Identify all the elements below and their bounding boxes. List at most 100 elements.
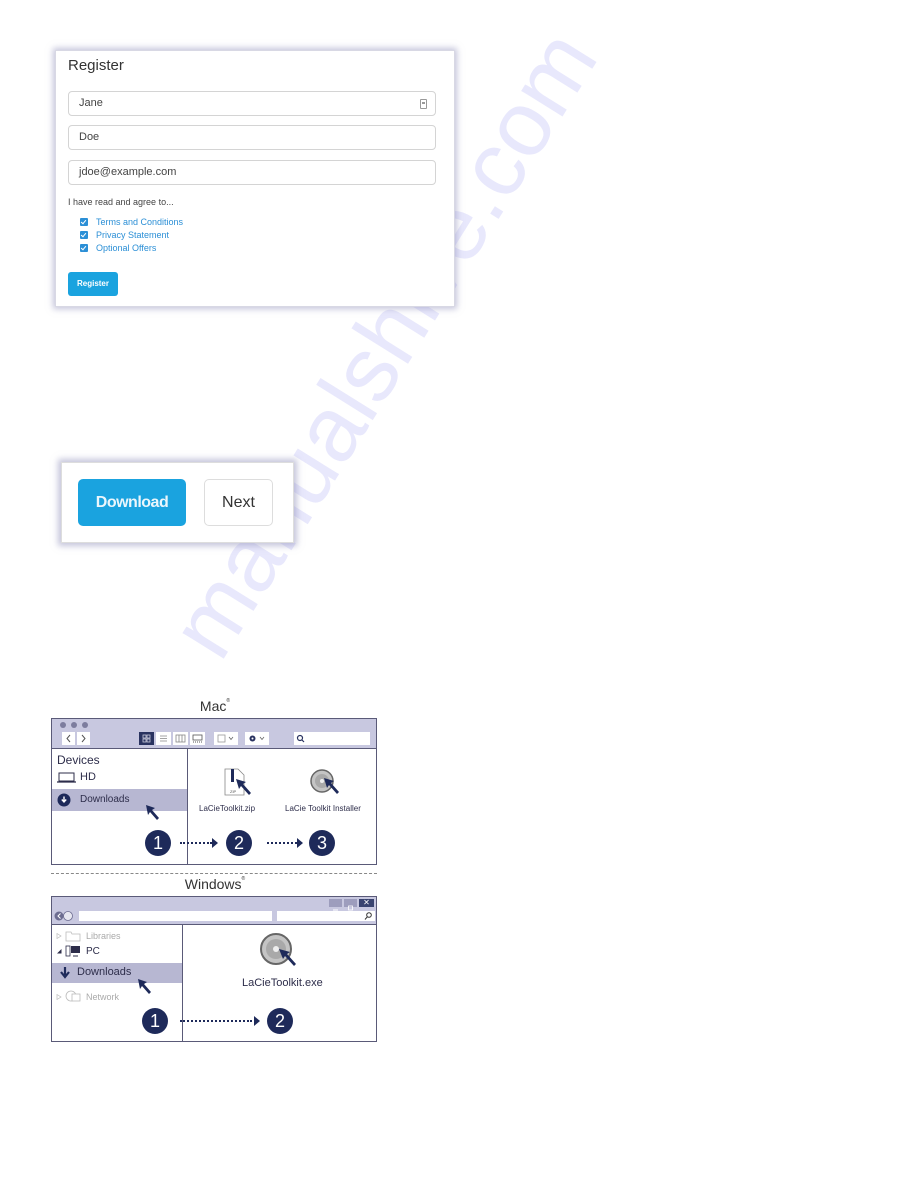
computer-icon (65, 945, 80, 957)
sidebar-item-network[interactable]: Network (56, 990, 119, 1004)
sidebar-item-pc[interactable]: PC (56, 945, 100, 957)
email-input[interactable]: jdoe@example.com (68, 160, 436, 185)
chevron-right-icon (81, 734, 86, 743)
laptop-icon (57, 772, 76, 783)
column-view-icon (175, 734, 186, 743)
cursor-arrow-icon (138, 979, 151, 994)
sidebar-divider (182, 924, 183, 1041)
arrow-head-icon (297, 838, 303, 848)
mac-label-text: Mac (199, 698, 227, 714)
minimize-dot-icon[interactable] (71, 722, 77, 728)
sidebar-item-downloads[interactable]: Downloads (52, 963, 182, 983)
close-dot-icon[interactable] (60, 722, 66, 728)
step-3-badge: 3 (309, 830, 335, 856)
arrow-head-icon (254, 1016, 260, 1026)
address-bar[interactable] (79, 911, 272, 921)
sidebar-item-libraries[interactable]: Libraries (56, 930, 121, 942)
explorer-search-field[interactable] (277, 911, 375, 921)
minimize-button[interactable] (329, 899, 342, 911)
section-divider (51, 873, 377, 874)
column-view-button[interactable] (173, 732, 188, 745)
offers-checkbox[interactable] (80, 243, 88, 252)
back-forward-icon[interactable] (54, 911, 76, 921)
arrow-head-icon (212, 838, 218, 848)
back-button[interactable] (62, 732, 75, 745)
arrange-dropdown[interactable] (214, 732, 238, 745)
maximize-button[interactable] (344, 899, 357, 911)
cursor-arrow-icon (324, 778, 339, 794)
sidebar-item-label: PC (86, 945, 100, 957)
list-view-icon (160, 735, 167, 742)
first-name-value: Jane (79, 97, 103, 109)
register-button[interactable]: Register (68, 272, 118, 296)
privacy-link[interactable]: Privacy Statement (96, 230, 169, 240)
sidebar-item-downloads[interactable]: Downloads (52, 789, 187, 811)
collapse-triangle-icon[interactable] (56, 948, 62, 954)
mac-label: Mac® (52, 698, 378, 714)
autofill-contact-icon[interactable] (420, 99, 427, 109)
registered-mark: ® (226, 698, 231, 704)
list-view-button[interactable] (156, 732, 171, 745)
terms-link[interactable]: Terms and Conditions (96, 217, 183, 227)
gallery-view-button[interactable] (190, 732, 205, 745)
search-icon (296, 734, 305, 743)
zip-file-label: LaCieToolkit.zip (199, 804, 256, 813)
finder-toolbar (52, 719, 376, 748)
forward-button[interactable] (77, 732, 90, 745)
sidebar-item-label: Downloads (77, 966, 132, 978)
windows-explorer-window: ✕ Libraries PC Downloads Network LaCieTo… (51, 896, 377, 1042)
sidebar-divider (187, 748, 188, 864)
sidebar-item-label: Network (86, 992, 120, 1002)
next-button[interactable]: Next (204, 479, 273, 526)
step-2-badge: 2 (226, 830, 252, 856)
toolbar-divider (52, 748, 376, 749)
privacy-checkbox-row: Privacy Statement (80, 228, 169, 241)
finder-search-field[interactable] (294, 732, 370, 745)
step-1-badge: 1 (142, 1008, 168, 1034)
icon-view-button[interactable] (139, 732, 154, 745)
step-connector (267, 842, 297, 844)
explorer-toolbar: ✕ (52, 897, 376, 924)
action-dropdown[interactable] (245, 732, 269, 745)
email-value: jdoe@example.com (79, 166, 177, 178)
cursor-arrow-icon (279, 949, 296, 966)
step-connector (180, 1020, 252, 1022)
close-button[interactable]: ✕ (359, 899, 374, 907)
download-arrow-icon (60, 967, 70, 979)
privacy-checkbox[interactable] (80, 230, 88, 239)
network-icon (65, 990, 81, 1002)
sidebar-item-label: Downloads (80, 794, 130, 805)
windows-label: Windows® (52, 876, 378, 892)
step-connector (180, 842, 212, 844)
chevron-left-icon (66, 734, 71, 743)
form-title: Register (68, 57, 124, 74)
offers-checkbox-row: Optional Offers (80, 241, 156, 254)
zoom-dot-icon[interactable] (82, 722, 88, 728)
terms-checkbox-row: Terms and Conditions (80, 215, 183, 228)
last-name-value: Doe (79, 131, 100, 143)
sidebar-item-hd[interactable]: HD (57, 771, 96, 783)
terms-checkbox[interactable] (80, 217, 88, 226)
close-icon: ✕ (363, 898, 370, 907)
installer-label: LaCie Toolkit Installer (285, 804, 361, 813)
download-panel: Download Next (61, 462, 294, 543)
registered-mark: ® (241, 876, 246, 882)
first-name-input[interactable]: Jane (68, 91, 436, 116)
sidebar-item-label: HD (80, 771, 96, 783)
download-circle-icon (57, 793, 71, 807)
toolbar-divider (52, 924, 376, 925)
windows-label-text: Windows (184, 876, 242, 892)
sidebar-heading-devices: Devices (57, 753, 100, 767)
download-button[interactable]: Download (78, 479, 186, 526)
sidebar-item-label: Libraries (86, 931, 121, 941)
mac-finder-window: Devices HD Downloads ZIP LaCieToolkit.zi… (51, 718, 377, 865)
exe-file-label: LaCieToolkit.exe (242, 977, 323, 989)
cursor-arrow-icon (236, 779, 251, 795)
offers-link[interactable]: Optional Offers (96, 243, 156, 253)
expand-triangle-icon[interactable] (56, 994, 62, 1000)
icon-view-icon (142, 734, 151, 743)
last-name-input[interactable]: Doe (68, 125, 436, 150)
libraries-folder-icon (65, 931, 81, 942)
expand-triangle-icon[interactable] (56, 933, 62, 939)
search-icon (364, 912, 372, 920)
